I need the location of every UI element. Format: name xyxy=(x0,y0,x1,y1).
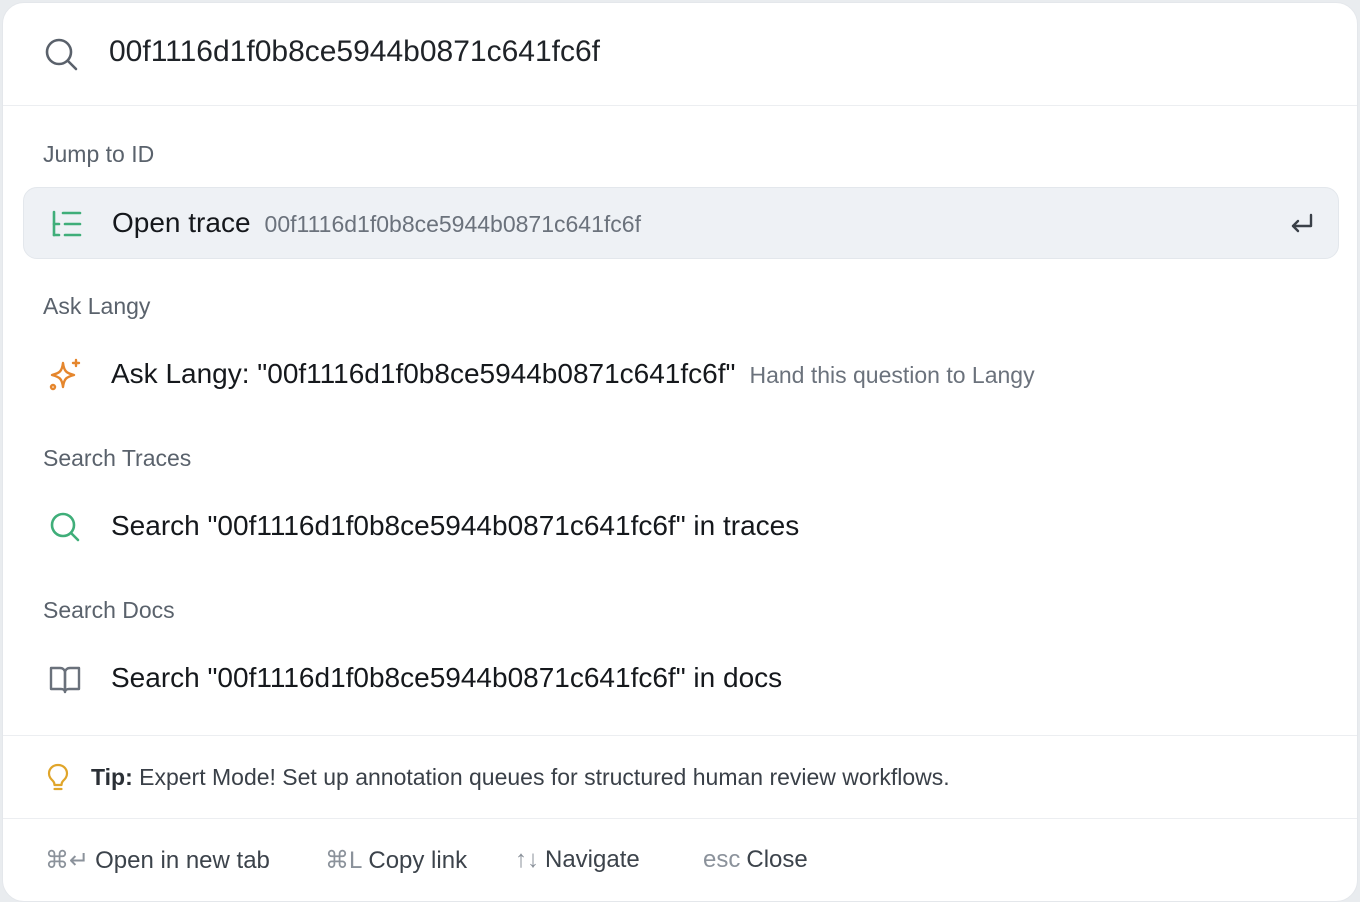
footer-hints: ⌘↵ Open in new tab ⌘L Copy link ↑↓ Navigate… xyxy=(3,818,1357,901)
search-traces-item[interactable]: Search "00f1116d1f0b8ce5944b0871c641fc6f… xyxy=(23,491,1339,563)
hint-label: Navigate xyxy=(545,846,640,873)
section-heading-ask-langy: Ask Langy xyxy=(43,293,151,319)
hint-keys: ↑↓ xyxy=(515,846,539,873)
tip-bar: Tip: Expert Mode! Set up annotation queu… xyxy=(3,735,1357,819)
book-icon xyxy=(47,661,83,697)
command-palette: Jump to ID Open trace 00f1116d1f0b8ce5944… xyxy=(2,2,1358,902)
search-docs-item[interactable]: Search "00f1116d1f0b8ce5944b0871c641fc6f… xyxy=(23,643,1339,715)
ask-langy-item[interactable]: Ask Langy: "00f1116d1f0b8ce5944b0871c641… xyxy=(23,339,1339,411)
tip-text: Tip: Expert Mode! Set up annotation queu… xyxy=(91,764,950,791)
ask-langy-title-wrap: Ask Langy: "00f1116d1f0b8ce5944b0871c641… xyxy=(111,358,1035,390)
section-heading-search-docs: Search Docs xyxy=(43,597,175,623)
hint-label: Close xyxy=(746,846,808,873)
hint-navigate: ↑↓ Navigate xyxy=(515,846,640,874)
hint-close: esc Close xyxy=(703,846,808,874)
open-trace-title: Open trace xyxy=(112,207,251,238)
hint-open-new-tab: ⌘↵ Open in new tab xyxy=(45,846,270,875)
search-traces-title: Search "00f1116d1f0b8ce5944b0871c641fc6f… xyxy=(111,510,800,541)
tip-label: Tip: xyxy=(91,764,133,790)
search-icon xyxy=(43,36,79,72)
open-trace-item[interactable]: Open trace 00f1116d1f0b8ce5944b0871c641fc… xyxy=(23,187,1339,259)
section-heading-search-traces: Search Traces xyxy=(43,445,192,471)
search-docs-title: Search "00f1116d1f0b8ce5944b0871c641fc6f… xyxy=(111,662,783,693)
hint-keys: esc xyxy=(703,846,741,873)
trace-id-text: 00f1116d1f0b8ce5944b0871c641fc6f xyxy=(264,211,641,237)
ask-langy-subtitle: Hand this question to Langy xyxy=(749,362,1035,388)
hint-label: Open in new tab xyxy=(95,847,270,874)
search-icon xyxy=(47,509,83,545)
hint-keys: ⌘↵ xyxy=(45,847,90,874)
trace-tree-icon xyxy=(48,206,84,242)
search-bar xyxy=(3,3,1357,106)
hint-copy-link: ⌘L Copy link xyxy=(325,846,467,875)
enter-icon xyxy=(1288,210,1316,238)
lightbulb-icon xyxy=(45,762,71,794)
hint-label: Copy link xyxy=(368,847,468,874)
hint-keys: ⌘L xyxy=(325,847,363,874)
ask-langy-title: Ask Langy: "00f1116d1f0b8ce5944b0871c641… xyxy=(111,358,736,389)
section-heading-jump-to-id: Jump to ID xyxy=(43,141,155,167)
sparkles-icon xyxy=(47,357,83,393)
search-input[interactable] xyxy=(109,29,1309,75)
open-trace-title-wrap: Open trace 00f1116d1f0b8ce5944b0871c641fc… xyxy=(112,207,641,239)
tip-message: Expert Mode! Set up annotation queues fo… xyxy=(139,764,950,790)
